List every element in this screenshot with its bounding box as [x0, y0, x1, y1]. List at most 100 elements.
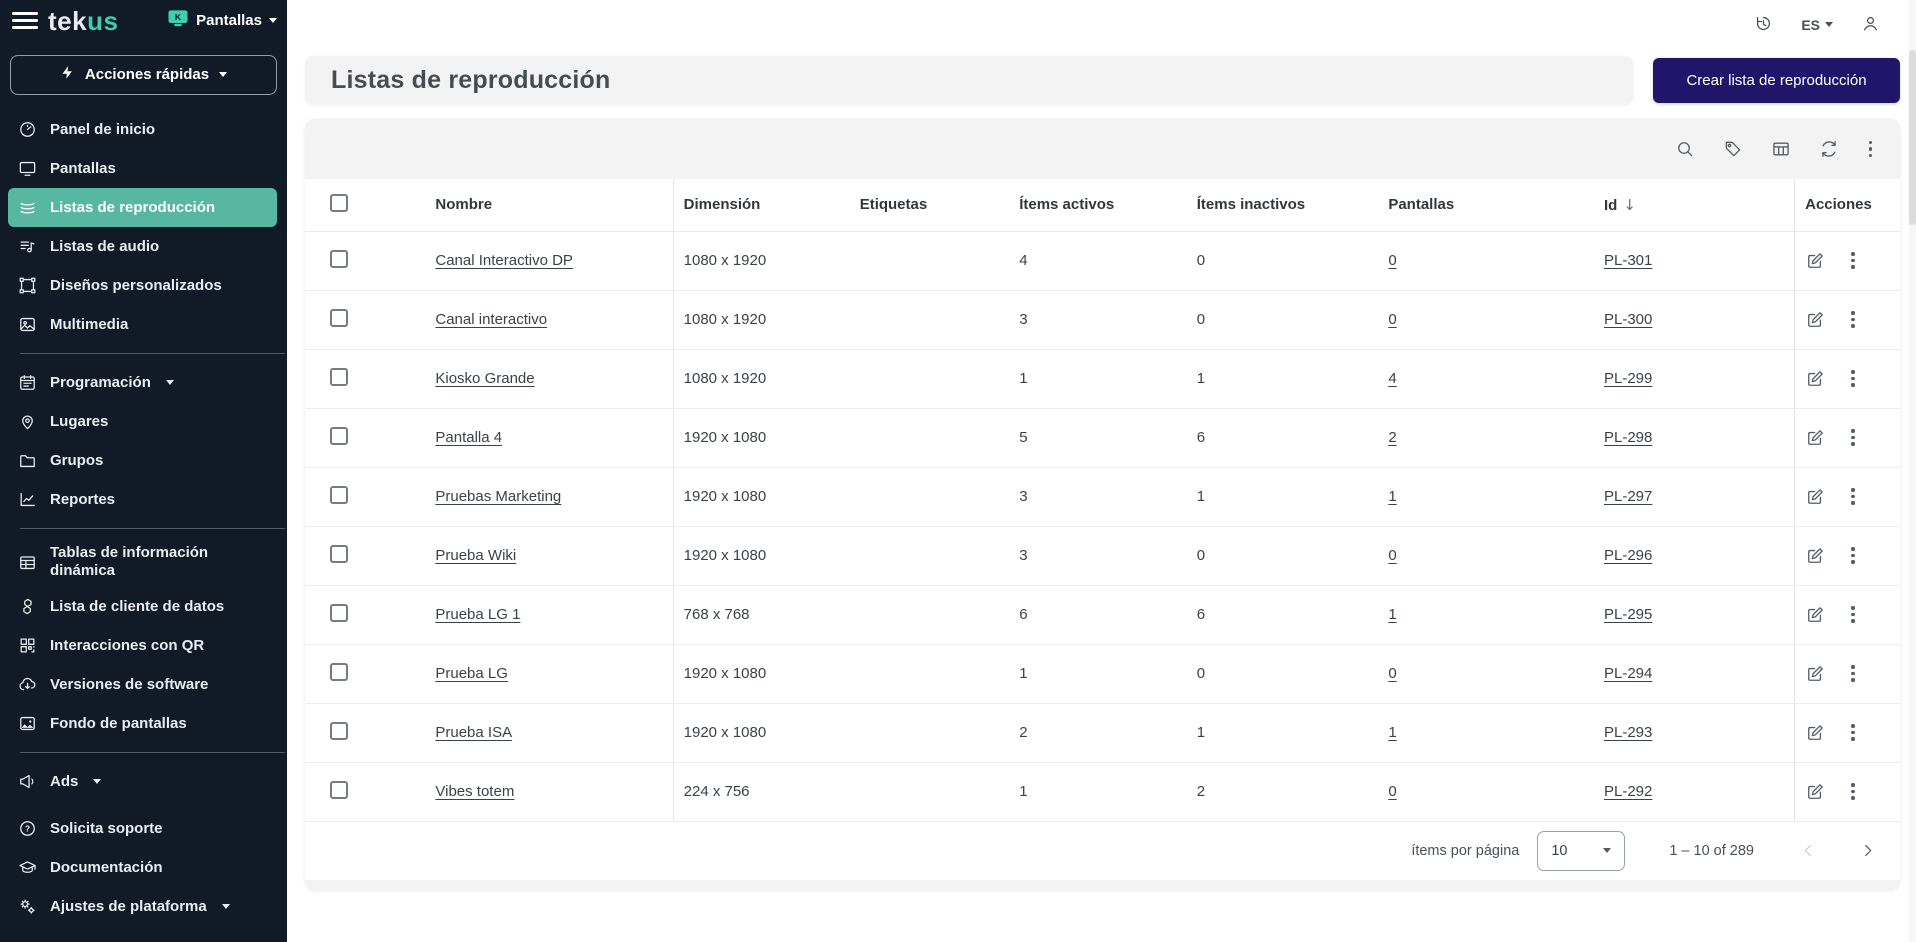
row-checkbox[interactable] — [330, 781, 348, 799]
row-checkbox[interactable] — [330, 250, 348, 268]
sidebar-item-fondo-pantallas[interactable]: Fondo de pantallas — [8, 704, 277, 743]
sidebar-item-ads[interactable]: Ads — [8, 762, 277, 801]
table-menu-button[interactable] — [1867, 139, 1874, 159]
sidebar-item-lugares[interactable]: Lugares — [8, 402, 277, 441]
column-header-dimension[interactable]: Dimensión — [673, 179, 850, 231]
screens-count-link[interactable]: 0 — [1388, 311, 1396, 328]
playlist-name-link[interactable]: Pruebas Marketing — [435, 488, 561, 505]
row-menu-button[interactable] — [1849, 781, 1856, 801]
row-checkbox[interactable] — [330, 486, 348, 504]
playlist-id-link[interactable]: PL-292 — [1604, 783, 1652, 800]
playlist-name-link[interactable]: Kiosko Grande — [435, 370, 534, 387]
playlist-name-link[interactable]: Pantalla 4 — [435, 429, 502, 446]
row-checkbox[interactable] — [330, 722, 348, 740]
row-checkbox[interactable] — [330, 368, 348, 386]
page-scrollbar[interactable] — [1909, 0, 1916, 942]
column-header-id[interactable]: Id↓ — [1594, 179, 1795, 231]
edit-button[interactable] — [1805, 723, 1825, 743]
column-header-items-activos[interactable]: Ítems activos — [1009, 179, 1187, 231]
screens-count-link[interactable]: 0 — [1388, 783, 1396, 800]
next-page-button[interactable] — [1859, 842, 1876, 859]
row-menu-button[interactable] — [1849, 368, 1856, 388]
context-selector[interactable]: K Pantallas — [167, 9, 277, 32]
sidebar-item-tablas-informacion-dinamica[interactable]: Tablas de información dinámica — [8, 538, 277, 588]
playlist-name-link[interactable]: Prueba LG — [435, 665, 508, 682]
edit-button[interactable] — [1805, 546, 1825, 566]
create-playlist-button[interactable]: Crear lista de reproducción — [1653, 58, 1900, 103]
playlist-id-link[interactable]: PL-293 — [1604, 724, 1652, 741]
sidebar-item-panel-de-inicio[interactable]: Panel de inicio — [8, 110, 277, 149]
row-checkbox[interactable] — [330, 427, 348, 445]
playlist-id-link[interactable]: PL-300 — [1604, 311, 1652, 328]
edit-button[interactable] — [1805, 605, 1825, 625]
columns-button[interactable] — [1771, 139, 1791, 159]
sidebar-item-grupos[interactable]: Grupos — [8, 441, 277, 480]
sidebar-item-versiones-software[interactable]: Versiones de software — [8, 665, 277, 704]
row-checkbox[interactable] — [330, 545, 348, 563]
row-checkbox[interactable] — [330, 309, 348, 327]
screens-count-link[interactable]: 0 — [1388, 547, 1396, 564]
sidebar-item-ajustes-plataforma[interactable]: Ajustes de plataforma — [8, 887, 277, 926]
playlist-name-link[interactable]: Prueba Wiki — [435, 547, 516, 564]
quick-actions-button[interactable]: Acciones rápidas — [10, 55, 277, 95]
sidebar-item-multimedia[interactable]: Multimedia — [8, 305, 277, 344]
row-menu-button[interactable] — [1849, 545, 1856, 565]
page-size-select[interactable]: 10 — [1537, 831, 1625, 871]
row-menu-button[interactable] — [1849, 486, 1856, 506]
edit-button[interactable] — [1805, 487, 1825, 507]
sidebar-item-programacion[interactable]: Programación — [8, 363, 277, 402]
row-menu-button[interactable] — [1849, 663, 1856, 683]
row-checkbox[interactable] — [330, 663, 348, 681]
scrollbar-thumb[interactable] — [1909, 50, 1916, 225]
playlist-id-link[interactable]: PL-296 — [1604, 547, 1652, 564]
playlist-id-link[interactable]: PL-294 — [1604, 665, 1652, 682]
playlist-id-link[interactable]: PL-295 — [1604, 606, 1652, 623]
sidebar-item-interacciones-qr[interactable]: Interacciones con QR — [8, 626, 277, 665]
hamburger-menu-icon[interactable] — [12, 12, 38, 29]
playlist-name-link[interactable]: Vibes totem — [435, 783, 514, 800]
screens-count-link[interactable]: 2 — [1388, 429, 1396, 446]
sidebar-item-solicita-soporte[interactable]: ? Solicita soporte — [8, 809, 277, 848]
sidebar-item-documentacion[interactable]: Documentación — [8, 848, 277, 887]
column-header-items-inactivos[interactable]: Ítems inactivos — [1187, 179, 1379, 231]
edit-button[interactable] — [1805, 369, 1825, 389]
playlist-name-link[interactable]: Prueba ISA — [435, 724, 512, 741]
row-checkbox[interactable] — [330, 604, 348, 622]
screens-count-link[interactable]: 0 — [1388, 665, 1396, 682]
screens-count-link[interactable]: 0 — [1388, 252, 1396, 269]
refresh-button[interactable] — [1819, 139, 1839, 159]
edit-button[interactable] — [1805, 251, 1825, 271]
sidebar-item-lista-cliente-datos[interactable]: Lista de cliente de datos — [8, 587, 277, 626]
screens-count-link[interactable]: 1 — [1388, 724, 1396, 741]
sidebar-item-reportes[interactable]: Reportes — [8, 480, 277, 519]
playlist-name-link[interactable]: Prueba LG 1 — [435, 606, 520, 623]
playlist-id-link[interactable]: PL-297 — [1604, 488, 1652, 505]
column-header-pantallas[interactable]: Pantallas — [1378, 179, 1594, 231]
history-button[interactable] — [1754, 14, 1773, 36]
row-menu-button[interactable] — [1849, 250, 1856, 270]
user-menu-button[interactable] — [1861, 14, 1880, 36]
playlist-id-link[interactable]: PL-299 — [1604, 370, 1652, 387]
sidebar-item-listas-de-audio[interactable]: Listas de audio — [8, 227, 277, 266]
sidebar-item-disenos-personalizados[interactable]: Diseños personalizados — [8, 266, 277, 305]
playlist-id-link[interactable]: PL-298 — [1604, 429, 1652, 446]
screens-count-link[interactable]: 1 — [1388, 488, 1396, 505]
edit-button[interactable] — [1805, 310, 1825, 330]
playlist-name-link[interactable]: Canal Interactivo DP — [435, 252, 573, 269]
screens-count-link[interactable]: 4 — [1388, 370, 1396, 387]
screens-count-link[interactable]: 1 — [1388, 606, 1396, 623]
sidebar-item-pantallas[interactable]: Pantallas — [8, 149, 277, 188]
row-menu-button[interactable] — [1849, 604, 1856, 624]
search-button[interactable] — [1675, 139, 1695, 159]
playlist-name-link[interactable]: Canal interactivo — [435, 311, 547, 328]
row-menu-button[interactable] — [1849, 722, 1856, 742]
language-selector[interactable]: ES — [1801, 17, 1833, 33]
edit-button[interactable] — [1805, 428, 1825, 448]
select-all-checkbox[interactable] — [330, 194, 348, 212]
edit-button[interactable] — [1805, 664, 1825, 684]
edit-button[interactable] — [1805, 782, 1825, 802]
column-header-nombre[interactable]: Nombre — [425, 179, 673, 231]
tags-filter-button[interactable] — [1723, 139, 1743, 159]
row-menu-button[interactable] — [1849, 427, 1856, 447]
playlist-id-link[interactable]: PL-301 — [1604, 252, 1652, 269]
